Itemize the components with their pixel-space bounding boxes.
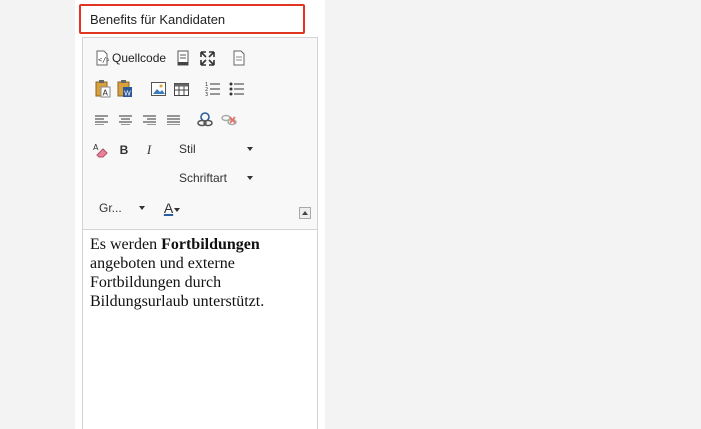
paste-text-button[interactable]: A <box>95 79 111 99</box>
align-left-icon <box>94 115 108 125</box>
title-input[interactable]: Benefits für Kandidaten <box>79 4 305 34</box>
font-dropdown-label: Schriftart <box>179 171 228 185</box>
content-bold-word: Fortbildungen <box>161 236 260 253</box>
svg-text:3: 3 <box>205 92 208 97</box>
align-center-button[interactable] <box>118 110 132 130</box>
link-button[interactable] <box>197 110 213 130</box>
source-code-icon: </> <box>95 50 109 66</box>
source-button[interactable]: </> Quellcode <box>95 48 166 68</box>
bullet-list-icon <box>229 81 245 97</box>
link-icon <box>197 112 213 128</box>
unlink-icon <box>221 112 237 128</box>
align-justify-icon <box>166 115 180 125</box>
content-text-after: angeboten und externe Fortbildungen durc… <box>90 255 265 310</box>
chevron-down-icon <box>247 147 253 151</box>
unlink-button[interactable] <box>221 110 237 130</box>
chevron-down-icon <box>247 176 253 180</box>
editor-toolbar: </> Quellcode A W 1 2 3 A B I Stil Schri… <box>83 38 317 230</box>
font-dropdown[interactable]: Schriftart <box>179 168 253 188</box>
size-dropdown-label: Gr... <box>99 201 122 215</box>
paste-text-icon: A <box>95 80 111 98</box>
text-color-label: A <box>163 200 174 216</box>
table-button[interactable] <box>173 79 189 99</box>
numbered-list-button[interactable]: 1 2 3 <box>205 79 221 99</box>
svg-text:A: A <box>103 89 109 98</box>
document-save-icon <box>177 50 189 66</box>
preview-button[interactable] <box>232 48 246 68</box>
text-color-button[interactable]: A <box>160 198 184 218</box>
svg-text:W: W <box>124 90 131 98</box>
remove-format-button[interactable]: A <box>93 140 109 160</box>
bullet-list-button[interactable] <box>229 79 245 99</box>
numbered-list-icon: 1 2 3 <box>205 81 221 97</box>
text-color-icon: A <box>163 200 181 216</box>
eraser-icon: A <box>93 142 109 158</box>
paste-word-button[interactable]: W <box>117 79 133 99</box>
maximize-button[interactable] <box>199 48 215 68</box>
italic-button[interactable]: I <box>143 140 155 160</box>
align-right-button[interactable] <box>142 110 156 130</box>
chevron-down-icon <box>139 206 145 210</box>
align-left-button[interactable] <box>94 110 108 130</box>
bold-button[interactable]: B <box>118 140 130 160</box>
editor-content[interactable]: Es werden Fortbildungen angeboten und ex… <box>90 235 312 311</box>
style-dropdown-label: Stil <box>179 142 196 156</box>
align-right-icon <box>142 115 156 125</box>
svg-text:</>: </> <box>98 56 109 64</box>
rich-text-editor: </> Quellcode A W 1 2 3 A B I Stil Schri… <box>82 37 318 429</box>
table-icon <box>173 82 189 96</box>
maximize-icon <box>199 50 215 66</box>
size-dropdown[interactable]: Gr... <box>99 198 145 218</box>
justify-button[interactable] <box>166 110 180 130</box>
image-icon <box>150 82 166 96</box>
page-preview-icon <box>233 50 245 66</box>
style-dropdown[interactable]: Stil <box>179 139 253 159</box>
save-button[interactable] <box>176 48 190 68</box>
paste-word-icon: W <box>117 80 133 98</box>
collapse-toolbar-button[interactable] <box>299 207 311 219</box>
svg-text:A: A <box>93 143 99 152</box>
image-button[interactable] <box>150 79 166 99</box>
source-button-label: Quellcode <box>112 51 167 65</box>
chevron-down-icon <box>174 208 181 212</box>
align-center-icon <box>118 115 132 125</box>
content-text-before: Es werden <box>90 236 162 253</box>
